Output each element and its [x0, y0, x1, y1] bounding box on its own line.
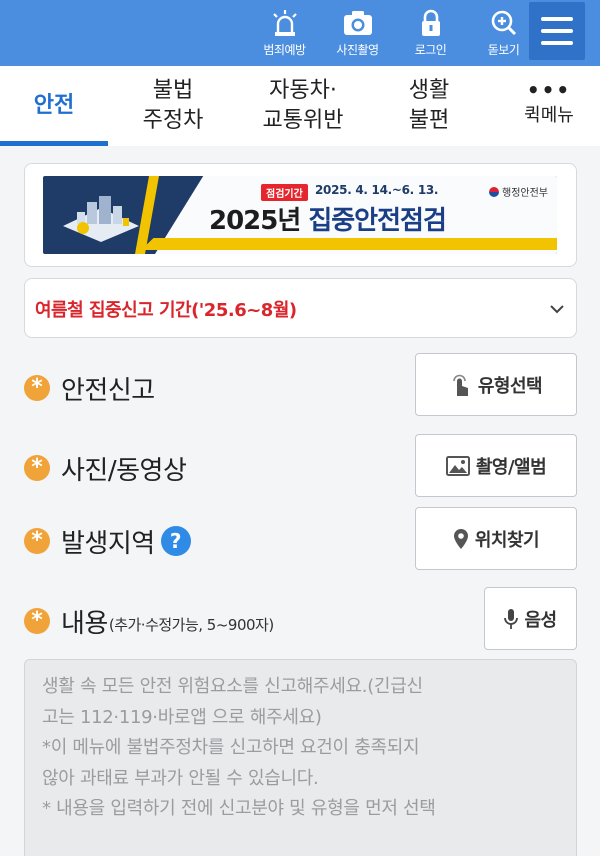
lock-icon [421, 9, 440, 36]
ministry-name: 행정안전부 [502, 188, 548, 199]
hamburger-icon-bar [541, 41, 573, 45]
tab-traffic-violation[interactable]: 자동차· 교통위반 [246, 66, 360, 146]
inspection-period-tag: 점검기간 [261, 184, 308, 201]
required-mark-icon: * [24, 375, 50, 401]
safety-report-field-label: * 안전신고 [24, 371, 155, 406]
touch-icon [453, 374, 468, 396]
more-dots-icon: ••• [526, 78, 572, 102]
siren-icon [272, 10, 297, 36]
banner-card: 점검기간 2025. 4. 14.~6. 13. 행정안전부 2025년 집중안… [24, 163, 577, 267]
tab-safety[interactable]: 안전 [0, 66, 108, 146]
magnifier-label: 돋보기 [487, 43, 520, 57]
location-field-label: * 발생지역 ? [24, 524, 191, 559]
required-mark-icon: * [24, 528, 50, 554]
top-icon-group: 범죄예방 사진촬영 로그인 돋보기 [248, 0, 540, 66]
summer-report-notice-dropdown[interactable]: 여름철 집중신고 기간('25.6~8월) [24, 278, 577, 338]
safety-report-label: 안전신고 [61, 375, 155, 406]
placeholder-line: 않아 과태료 부과가 안될 수 있습니다. [42, 767, 319, 789]
find-location-label: 위치찾기 [474, 529, 540, 551]
hamburger-menu-button[interactable] [529, 2, 585, 60]
safety-inspection-banner[interactable]: 점검기간 2025. 4. 14.~6. 13. 행정안전부 2025년 집중안… [43, 176, 557, 254]
photo-capture-label: 사진촬영 [336, 43, 379, 57]
placeholder-line: 고는 112·119·바로앱 으로 해주세요) [42, 706, 322, 728]
login-label: 로그인 [414, 43, 447, 57]
tab-illegal-parking-line1: 불법 [152, 78, 194, 103]
login-button[interactable]: 로그인 [394, 0, 467, 66]
tab-traffic-violation-line2: 교통위반 [262, 108, 344, 133]
tab-quick-menu[interactable]: ••• 퀵메뉴 [508, 66, 590, 146]
voice-input-button[interactable]: 음성 [484, 587, 577, 650]
capture-album-label: 촬영/앨범 [475, 456, 547, 478]
voice-input-label: 음성 [524, 609, 557, 631]
banner-headline-highlight: 집중안전점검 [308, 206, 447, 236]
find-location-button[interactable]: 위치찾기 [415, 507, 577, 570]
category-tabs: 안전 불법 주정차 자동차· 교통위반 생활 불편 ••• 퀵메뉴 [0, 66, 600, 146]
tab-safety-label: 안전 [33, 93, 75, 118]
active-tab-indicator [0, 141, 108, 146]
required-mark-icon: * [24, 455, 50, 481]
required-mark-icon: * [24, 608, 50, 634]
tab-quick-menu-label: 퀵메뉴 [524, 105, 574, 126]
camera-icon [343, 11, 372, 35]
banner-yellow-stripe [141, 238, 557, 250]
placeholder-line: 생활 속 모든 안전 위험요소를 신고해주세요.(긴급신 [42, 676, 423, 697]
location-label: 발생지역 [61, 528, 155, 559]
location-pin-icon [453, 528, 468, 549]
city-inspection-illustration [63, 196, 139, 242]
banner-headline-year: 2025년 [209, 206, 309, 236]
photo-capture-button[interactable]: 사진촬영 [321, 0, 394, 66]
media-field-label: * 사진/동영상 [24, 451, 187, 486]
placeholder-line: * 내용을 입력하기 전에 신고분야 및 유형을 먼저 선택 [42, 798, 436, 819]
tab-illegal-parking[interactable]: 불법 주정차 [124, 66, 222, 146]
image-icon [445, 455, 470, 476]
tab-illegal-parking-line2: 주정차 [142, 108, 204, 133]
media-label: 사진/동영상 [61, 455, 187, 486]
notice-text: 여름철 집중신고 기간('25.6~8월) [35, 300, 297, 321]
microphone-icon [504, 608, 519, 629]
content-textarea[interactable]: 생활 속 모든 안전 위험요소를 신고해주세요.(긴급신 고는 112·119·… [24, 659, 577, 856]
government-emblem-icon [489, 186, 499, 197]
hamburger-icon [541, 17, 573, 21]
chevron-down-icon [550, 305, 564, 314]
placeholder-line: *이 메뉴에 불법주정차를 신고하면 요건이 충족되지 [42, 737, 420, 758]
zoom-icon [491, 10, 516, 36]
tab-traffic-violation-line1: 자동차· [269, 78, 337, 103]
content-field-label: * 내용 (추가·수정가능, 5~900자) [24, 604, 274, 639]
content-length-hint: (추가·수정가능, 5~900자) [108, 615, 274, 634]
crime-prevention-button[interactable]: 범죄예방 [248, 0, 321, 66]
content-label: 내용 [61, 608, 108, 639]
banner-headline: 2025년 집중안전점검 [209, 200, 447, 237]
select-type-label: 유형선택 [477, 375, 543, 397]
inspection-period-dates: 2025. 4. 14.~6. 13. [315, 183, 439, 197]
top-bar: 범죄예방 사진촬영 로그인 돋보기 [0, 0, 600, 66]
hamburger-icon-bar [541, 29, 573, 33]
tab-living-inconvenience-line2: 불편 [408, 108, 450, 133]
ministry-logo: 행정안전부 [489, 184, 548, 199]
tab-living-inconvenience-line1: 생활 [408, 78, 450, 103]
select-type-button[interactable]: 유형선택 [415, 353, 577, 416]
capture-album-button[interactable]: 촬영/앨범 [415, 434, 577, 497]
location-help-icon[interactable]: ? [160, 526, 191, 556]
tab-living-inconvenience[interactable]: 생활 불편 [386, 66, 472, 146]
crime-prevention-label: 범죄예방 [263, 43, 306, 57]
